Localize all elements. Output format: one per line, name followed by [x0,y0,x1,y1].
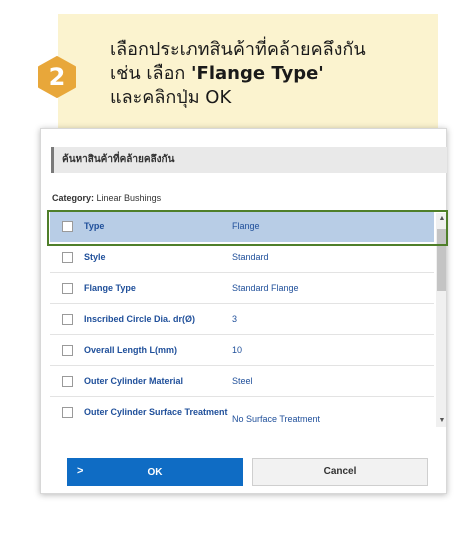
attribute-row-flange-type[interactable]: Flange Type Standard Flange [50,273,434,304]
scroll-down-icon[interactable]: ▼ [436,415,446,427]
attribute-row-overall-length[interactable]: Overall Length L(mm) 10 [50,335,434,366]
checkbox[interactable] [62,376,73,387]
attribute-value: Standard Flange [232,283,299,293]
attribute-row-outer-cylinder-surface[interactable]: Outer Cylinder Surface Treatment No Surf… [50,397,434,429]
attribute-value: No Surface Treatment [232,414,321,424]
attribute-row-outer-cylinder-material[interactable]: Outer Cylinder Material Steel [50,366,434,397]
checkbox[interactable] [62,283,73,294]
dialog-title: ค้นหาสินค้าที่คล้ายคลึงกัน [51,147,447,173]
attribute-value: Flange [232,221,260,231]
ok-button-label: OK [147,467,163,478]
similar-products-dialog: ค้นหาสินค้าที่คล้ายคลึงกัน Category: Lin… [40,128,447,494]
checkbox[interactable] [62,407,73,418]
instruction-text: เลือกประเภทสินค้าที่คล้ายคลึงกัน เช่น เล… [110,38,430,110]
checkbox[interactable] [62,314,73,325]
category-value: Linear Bushings [96,193,162,203]
attribute-name: Outer Cylinder Surface Treatment [84,407,228,417]
category-line: Category: Linear Bushings [52,193,161,203]
step-badge: 2 [36,56,78,98]
checkbox[interactable] [62,221,73,232]
instruction-line-3: และคลิกปุ่ม OK [110,87,232,108]
scroll-thumb[interactable] [437,229,446,291]
attribute-row-inscribed-circle[interactable]: Inscribed Circle Dia. dr(Ø) 3 [50,304,434,335]
attribute-name: Inscribed Circle Dia. dr(Ø) [84,314,196,324]
attribute-value: 10 [232,345,243,355]
list-scrollbar[interactable]: ▲ ▼ [436,213,446,427]
scroll-up-icon[interactable]: ▲ [436,213,446,225]
attribute-row-type[interactable]: Type Flange [50,211,434,242]
attribute-value: 3 [232,314,238,324]
attribute-name: Style [84,252,106,262]
instruction-line-2-prefix: เช่น เลือก [110,63,192,84]
checkbox[interactable] [62,345,73,356]
attribute-list: Type Flange Style Standard Flange Type S… [50,211,446,429]
category-label: Category: [52,193,95,203]
instruction-highlight: 'Flange Type' [191,63,324,84]
instruction-line-1: เลือกประเภทสินค้าที่คล้ายคลึงกัน [110,39,366,60]
attribute-row-style[interactable]: Style Standard [50,242,434,273]
attribute-value: Standard [232,252,269,262]
attribute-name: Overall Length L(mm) [84,345,178,355]
cancel-button[interactable]: Cancel [252,458,428,486]
attribute-value: Steel [232,376,253,386]
attribute-name: Type [84,221,105,231]
step-number: 2 [48,63,66,91]
ok-button[interactable]: > OK [67,458,243,486]
attribute-name: Flange Type [84,283,136,293]
attribute-name: Outer Cylinder Material [84,376,184,386]
checkbox[interactable] [62,252,73,263]
instruction-line-2: เช่น เลือก 'Flange Type' [110,62,430,86]
